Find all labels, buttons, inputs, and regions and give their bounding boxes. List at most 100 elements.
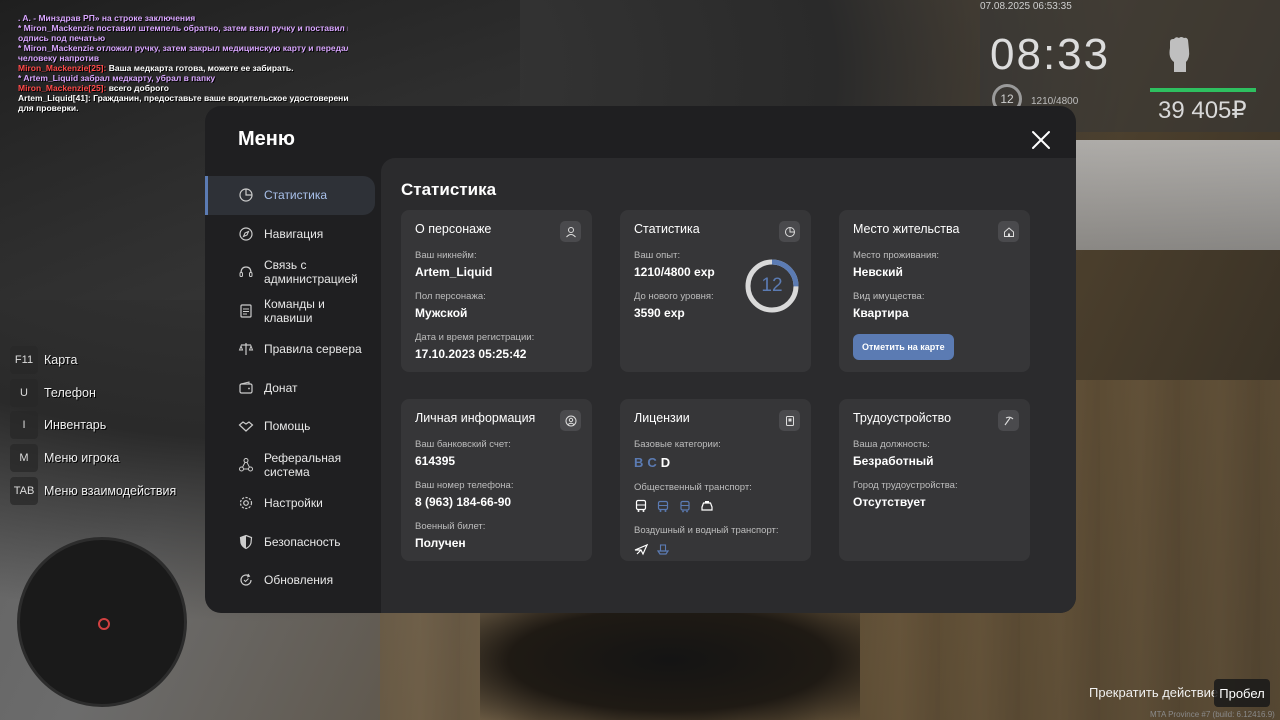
field-label: Дата и время регистрации: xyxy=(415,332,535,343)
shield-icon xyxy=(239,534,253,549)
sidebar-item[interactable]: Правила сервера xyxy=(205,330,380,369)
field-label: Вид имущества: xyxy=(853,291,925,302)
hotkey-key[interactable]: F11 xyxy=(10,346,38,374)
user-icon xyxy=(560,221,581,242)
card-residence: Место жительства Место проживания: Невск… xyxy=(839,210,1030,372)
field-value-place: Невский xyxy=(853,265,903,279)
player-blip-icon xyxy=(98,618,110,630)
document-icon xyxy=(240,304,252,318)
stop-action-key[interactable]: Пробел xyxy=(1214,679,1270,707)
license-category: B xyxy=(634,455,648,470)
card-licenses: Лицензии Базовые категории: BCD Обществе… xyxy=(620,399,811,561)
chat-line: одпись под печатью xyxy=(18,33,106,43)
card-title: Статистика xyxy=(634,222,700,236)
trolleybus-icon xyxy=(657,500,669,512)
field-label: Ваш номер телефона: xyxy=(415,480,514,491)
hotkey-item: TAB Меню взаимодействия xyxy=(10,476,176,506)
sidebar-item-label: Навигация xyxy=(264,226,324,241)
sidebar-item[interactable]: Донат xyxy=(205,369,380,408)
hotkey-key[interactable]: M xyxy=(10,444,38,473)
sidebar-item[interactable]: Реферальная система xyxy=(205,446,380,485)
chat-line: человеку напротив xyxy=(18,53,100,63)
sidebar-item[interactable]: Помощь xyxy=(205,407,380,446)
hotkey-label: Меню взаимодействия xyxy=(44,483,177,498)
house-icon xyxy=(998,221,1019,242)
sidebar-item-label: Связь с администрацией xyxy=(264,258,358,287)
sidebar-item[interactable]: Связь с администрацией xyxy=(205,253,380,292)
fist-icon xyxy=(1162,34,1198,74)
sidebar-item[interactable]: Безопасность xyxy=(205,523,380,562)
hotkey-item: M Меню игрока xyxy=(10,443,176,473)
airplane-icon xyxy=(634,543,648,556)
sidebar-item-label: Статистика xyxy=(264,188,328,203)
sidebar-item[interactable]: Настройки xyxy=(205,484,380,523)
hud-health-bar xyxy=(1150,88,1256,92)
field-value-registration: 17.10.2023 05:25:42 xyxy=(415,347,527,361)
hud-money: 39 405₽ xyxy=(1158,97,1247,124)
refresh-icon xyxy=(240,573,252,586)
sidebar-item-label: Реферальная система xyxy=(264,450,342,479)
level-number: 12 xyxy=(761,275,783,296)
air-water-transport-licenses xyxy=(634,542,797,556)
field-label: Ваш никнейм: xyxy=(415,250,477,261)
card-title: Лицензии xyxy=(634,411,690,425)
chat-line: Miron_Mackenzie[25]: всего доброго xyxy=(18,83,348,93)
hotkey-key[interactable]: TAB xyxy=(10,476,38,505)
license-icon xyxy=(779,410,800,431)
hotkey-key[interactable]: I xyxy=(10,411,38,440)
chat-line: * Miron_Mackenzie поставил штемпель обра… xyxy=(18,23,348,33)
field-label: Город трудоустройства: xyxy=(853,480,958,491)
chat-line: Artem_Liquid[41]: Гражданин, предоставьт… xyxy=(18,93,348,103)
mark-on-map-button[interactable]: Отметить на карте xyxy=(853,334,954,360)
sidebar-item[interactable]: Навигация xyxy=(205,215,380,254)
compass-icon xyxy=(239,227,253,241)
minimap xyxy=(17,537,187,707)
chat-text: Ваша медкарта готова, можете ее забирать… xyxy=(106,63,294,73)
chat-line: * Miron_Mackenzie отложил ручку, затем з… xyxy=(18,43,348,53)
card-stats: Статистика Ваш опыт: 1210/4800 exp До но… xyxy=(620,210,811,372)
sidebar-item-label: Безопасность xyxy=(264,534,341,549)
sidebar-item-label: Настройки xyxy=(264,496,323,511)
chat-text: всего доброго xyxy=(106,83,169,93)
close-button[interactable] xyxy=(1029,128,1053,152)
field-label: Ваша должность: xyxy=(853,439,930,450)
sidebar-item-label: Обновления xyxy=(264,573,334,588)
public-transport-licenses xyxy=(634,499,797,513)
sidebar-item-label: Правила сервера xyxy=(264,342,362,357)
wallet-icon xyxy=(239,381,253,394)
field-value-city: Отсутствует xyxy=(853,495,926,509)
sidebar-item[interactable]: Обновления xyxy=(205,561,380,600)
hotkey-label: Карта xyxy=(44,353,78,367)
sidebar-item[interactable]: Команды и клавиши xyxy=(205,292,380,331)
card-character: О персонаже Ваш никнейм: Artem_Liquid По… xyxy=(401,210,592,372)
chat-line: * Artem_Liquid забрал медкарту, убрал в … xyxy=(18,73,216,83)
field-value-phone: 8 (963) 184-66-90 xyxy=(415,495,512,509)
license-category: C xyxy=(647,455,661,470)
person-circle-icon xyxy=(560,410,581,431)
content-area: Статистика О персонаже Ваш никнейм: Arte… xyxy=(381,158,1076,613)
field-label: Общественный транспорт: xyxy=(634,482,752,493)
hud-date: 07.08.2025 06:53:35 xyxy=(980,1,1072,12)
card-title: Место жительства xyxy=(853,222,960,236)
sidebar-item[interactable]: Статистика xyxy=(205,176,375,215)
hotkey-label: Инвентарь xyxy=(44,418,107,433)
field-label: Базовые категории: xyxy=(634,439,721,450)
card-personal: Личная информация Ваш банковский счет: 6… xyxy=(401,399,592,561)
field-label: Место проживания: xyxy=(853,250,940,261)
card-title: Личная информация xyxy=(415,411,536,425)
field-value-property: Квартира xyxy=(853,306,909,320)
sidebar-item-label: Донат xyxy=(264,380,298,395)
field-value-bank: 614395 xyxy=(415,454,456,468)
card-title: О персонаже xyxy=(415,222,492,236)
hotkey-item: U Телефон xyxy=(10,378,176,408)
field-label: Военный билет: xyxy=(415,521,486,532)
field-label: Пол персонажа: xyxy=(415,291,486,302)
tram-icon xyxy=(680,500,690,513)
stop-action-label: Прекратить действие xyxy=(1089,685,1219,700)
chat-speaker: Miron_Mackenzie[25]: xyxy=(18,83,107,93)
chat-log: . A. - Минздрав РП» на строке заключения… xyxy=(18,13,348,113)
field-value-nickname: Artem_Liquid xyxy=(415,265,493,279)
chat-speaker: Miron_Mackenzie[25]: xyxy=(18,63,107,73)
hotkey-list: F11 Карта U Телефон I Инвентарь M Меню игрока TA… xyxy=(10,345,176,508)
hotkey-key[interactable]: U xyxy=(10,378,38,407)
